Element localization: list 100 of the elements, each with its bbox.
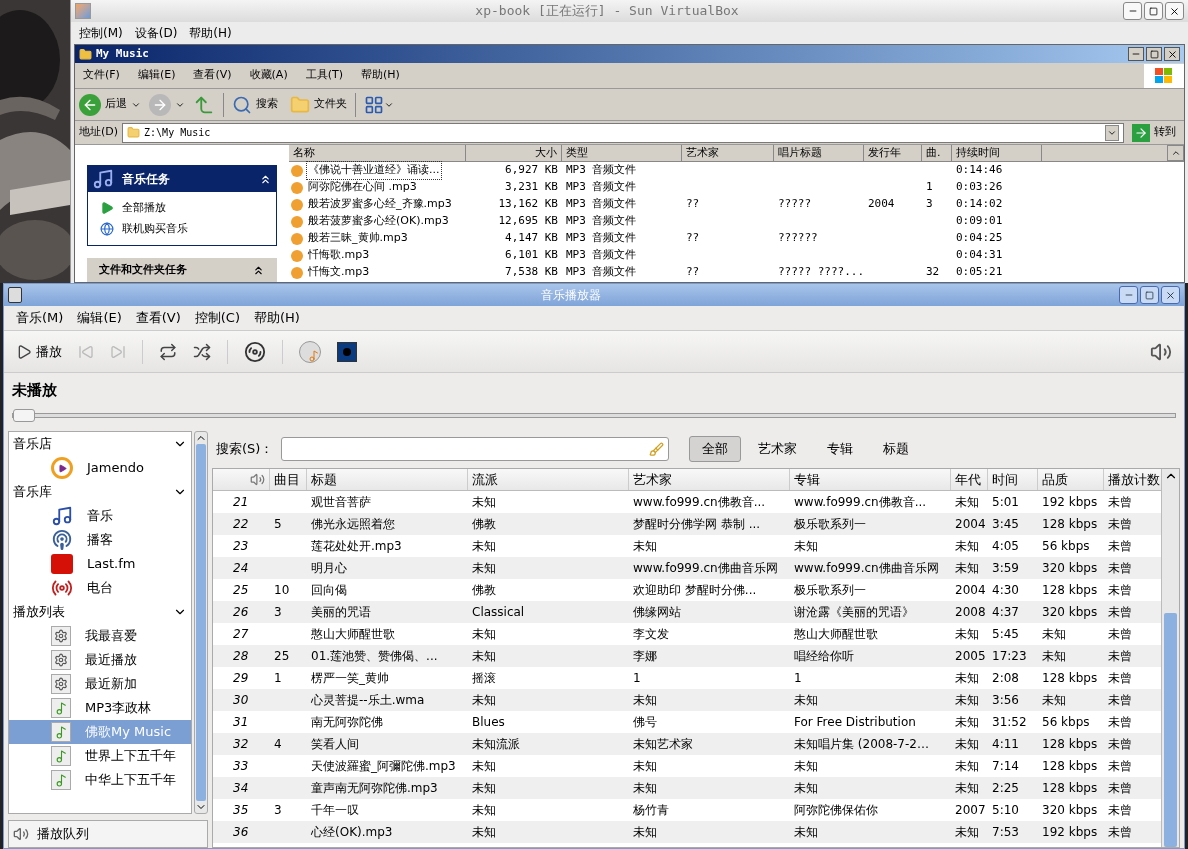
file-name[interactable]: 忏悔歌.mp3 <box>307 247 371 264</box>
menu-item[interactable]: 编辑(E) <box>137 67 176 84</box>
dropdown-icon[interactable] <box>1105 124 1119 141</box>
folders-button[interactable]: 文件夹 <box>290 94 347 115</box>
menu-item[interactable]: 帮助(H) <box>189 24 232 42</box>
visualizer-icon[interactable] <box>337 341 357 362</box>
file-cell: 3,231 KB <box>505 180 558 194</box>
row-number: 25 <box>233 583 249 597</box>
sidebar-item[interactable]: 最近播放 <box>9 648 191 672</box>
menu-item[interactable]: 文件(F) <box>83 67 120 84</box>
maximize-button[interactable] <box>1146 47 1162 61</box>
menu-item[interactable]: 编辑(E) <box>77 308 122 328</box>
sidebar-item[interactable]: 中华上下五千年 <box>9 768 191 792</box>
sidebar-item[interactable]: 世界上下五千年 <box>9 744 191 768</box>
close-button[interactable] <box>1165 2 1184 20</box>
maximize-button[interactable] <box>1140 286 1159 304</box>
column-header[interactable]: 唱片标题 <box>774 145 864 162</box>
column-header[interactable]: 时间 <box>988 469 1038 490</box>
views-button[interactable] <box>364 94 394 115</box>
sidebar-item[interactable]: 我最喜爱 <box>9 624 191 648</box>
filter-button[interactable]: 全部 <box>689 436 742 462</box>
column-header[interactable]: 大小 <box>466 145 562 162</box>
table-cell: 01.莲池赞、赞佛偈、... <box>311 649 438 663</box>
column-header[interactable]: 持续时间 <box>952 145 1042 162</box>
close-button[interactable] <box>1161 286 1180 304</box>
folder-icon <box>290 94 310 115</box>
seek-slider-thumb[interactable] <box>13 408 35 422</box>
sidebar-item[interactable]: Last.fm <box>9 552 191 576</box>
column-header[interactable]: 名称 <box>289 145 466 162</box>
filter-button[interactable]: 专辑 <box>814 436 867 462</box>
column-header[interactable]: 标题 <box>307 469 468 490</box>
column-header[interactable]: 艺术家 <box>629 469 790 490</box>
search-button[interactable]: 搜索 <box>232 94 278 115</box>
close-button[interactable] <box>1164 47 1180 61</box>
shuffle-icon[interactable] <box>193 342 211 361</box>
table-cell: Blues <box>472 715 505 729</box>
row-number: 26 <box>233 605 249 619</box>
file-cell: MP3 音频文件 <box>566 265 637 279</box>
clear-icon[interactable] <box>649 441 665 457</box>
maximize-button[interactable] <box>1144 2 1163 20</box>
table-cell: 未知 <box>955 627 979 641</box>
sidebar-item[interactable]: 播客 <box>9 528 191 552</box>
sidebar-item[interactable]: 最近新加 <box>9 672 191 696</box>
file-cell: ????? <box>778 197 812 211</box>
search-field[interactable] <box>281 437 670 461</box>
menu-item[interactable]: 查看(V) <box>193 67 232 84</box>
repeat-icon[interactable] <box>159 342 177 361</box>
column-header[interactable]: 曲目 <box>270 469 307 490</box>
menu-item[interactable]: 音乐(M) <box>16 308 64 328</box>
column-header[interactable]: 年代 <box>951 469 988 490</box>
menu-item[interactable]: 控制(M) <box>79 24 123 42</box>
play-button[interactable]: 播放 <box>16 341 62 362</box>
column-header[interactable]: 品质 <box>1038 469 1104 490</box>
file-cell: 1 <box>926 180 933 194</box>
menu-item[interactable]: 查看(V) <box>135 308 181 328</box>
sidebar-item[interactable]: Jamendo <box>9 456 191 480</box>
sidebar-item[interactable]: 音乐 <box>9 504 191 528</box>
minimize-button[interactable] <box>1123 2 1142 20</box>
back-button[interactable]: 后退 <box>79 93 141 116</box>
scrollbar[interactable] <box>194 431 208 814</box>
column-header[interactable]: 曲. <box>922 145 952 162</box>
discs-icon[interactable] <box>244 340 266 363</box>
filter-button[interactable]: 标题 <box>870 436 923 462</box>
column-header[interactable]: 发行年 <box>864 145 922 162</box>
file-name[interactable]: 忏悔文.mp3 <box>307 264 371 281</box>
file-name[interactable]: 般若菠萝蜜多心经(OK).mp3 <box>307 213 450 230</box>
file-name[interactable]: 阿弥陀佛在心间 .mp3 <box>307 179 418 196</box>
sidebar-item[interactable]: MP3李政林 <box>9 696 191 720</box>
sidebar-item[interactable]: 电台 <box>9 576 191 600</box>
column-header[interactable]: 流派 <box>468 469 629 490</box>
table-cell: 未曾 <box>1108 517 1132 531</box>
file-name[interactable]: 《佛说十善业道经》诵读... <box>307 162 441 179</box>
menu-item[interactable]: 设备(D) <box>134 24 178 42</box>
menu-item[interactable]: 帮助(H) <box>254 308 300 328</box>
task-link[interactable]: 联机购买音乐 <box>100 220 264 237</box>
play-queue-title[interactable]: 播放队列 <box>37 824 89 844</box>
menu-item[interactable]: 帮助(H) <box>361 67 400 84</box>
table-cell: 李娜 <box>633 649 657 663</box>
menu-item[interactable]: 工具(T) <box>305 67 343 84</box>
table-cell: 未曾 <box>1108 671 1132 685</box>
audio-file-icon <box>291 232 303 245</box>
column-header[interactable]: 专辑 <box>790 469 951 490</box>
go-button[interactable]: 转到 <box>1128 123 1180 142</box>
task-link[interactable]: 全部播放 <box>100 200 264 217</box>
menu-item[interactable]: 控制(C) <box>194 308 240 328</box>
column-header[interactable]: 艺术家 <box>682 145 774 162</box>
table-cell: 心灵菩提--乐土.wma <box>311 693 425 707</box>
cd-music-icon[interactable] <box>299 340 321 363</box>
table-cell: 未曾 <box>1108 649 1132 663</box>
row-number: 29 <box>233 671 249 685</box>
table-cell: 未知 <box>794 693 818 707</box>
address-field[interactable]: Z:\My Music <box>122 122 1124 143</box>
menu-item[interactable]: 收藏(A) <box>249 67 288 84</box>
filter-button[interactable]: 艺术家 <box>745 436 811 462</box>
minimize-button[interactable] <box>1119 286 1138 304</box>
column-header[interactable]: 类型 <box>562 145 682 162</box>
file-name[interactable]: 般若三昧_黄帅.mp3 <box>307 230 409 247</box>
file-name[interactable]: 般若波罗蜜多心经_齐豫.mp3 <box>307 196 453 213</box>
scrollbar[interactable] <box>1161 469 1179 847</box>
minimize-button[interactable] <box>1128 47 1144 61</box>
